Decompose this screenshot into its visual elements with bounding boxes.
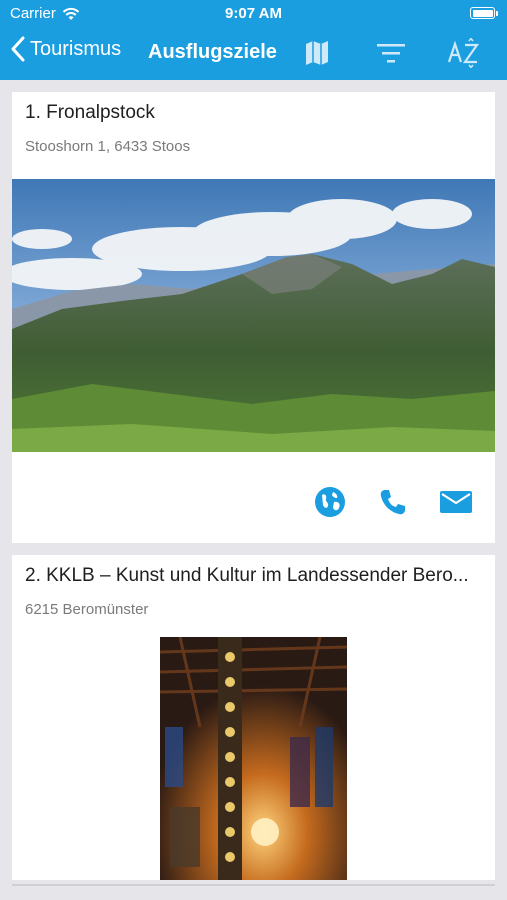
top-bar: Carrier 9:07 AM Tourismus Ausflugsziele	[0, 0, 507, 80]
item-address: Stooshorn 1, 6433 Stoos	[25, 138, 191, 155]
item-title: 1. Fronalpstock	[25, 102, 155, 123]
map-icon	[306, 41, 328, 65]
mountain-photo	[12, 179, 495, 452]
navigation-bar: Tourismus Ausflugsziele	[0, 28, 507, 78]
next-card-edge	[12, 884, 495, 886]
chevron-left-icon	[11, 36, 25, 62]
battery-icon	[470, 7, 498, 19]
clock: 9:07 AM	[225, 5, 282, 22]
sort-az-icon	[447, 38, 480, 68]
website-button[interactable]	[310, 482, 350, 522]
exhibition-photo	[160, 637, 347, 880]
list-item[interactable]: 1. Fronalpstock Stooshorn 1, 6433 Stoos	[12, 92, 495, 543]
item-title: 2. KKLB – Kunst und Kultur im Landessend…	[25, 565, 469, 586]
filter-button[interactable]	[374, 36, 408, 70]
globe-icon	[315, 487, 345, 517]
email-button[interactable]	[436, 482, 476, 522]
page-title: Ausflugsziele	[148, 41, 277, 63]
phone-icon	[380, 490, 405, 515]
back-button[interactable]: Tourismus	[10, 36, 121, 62]
filter-icon	[377, 44, 405, 63]
phone-button[interactable]	[373, 482, 413, 522]
mail-icon	[440, 491, 472, 513]
status-bar: Carrier 9:07 AM	[0, 0, 507, 28]
map-button[interactable]	[300, 36, 334, 70]
item-address: 6215 Beromünster	[25, 601, 149, 618]
back-label: Tourismus	[30, 37, 122, 60]
list-item[interactable]: 2. KKLB – Kunst und Kultur im Landessend…	[12, 555, 495, 880]
sort-button[interactable]	[446, 36, 480, 70]
